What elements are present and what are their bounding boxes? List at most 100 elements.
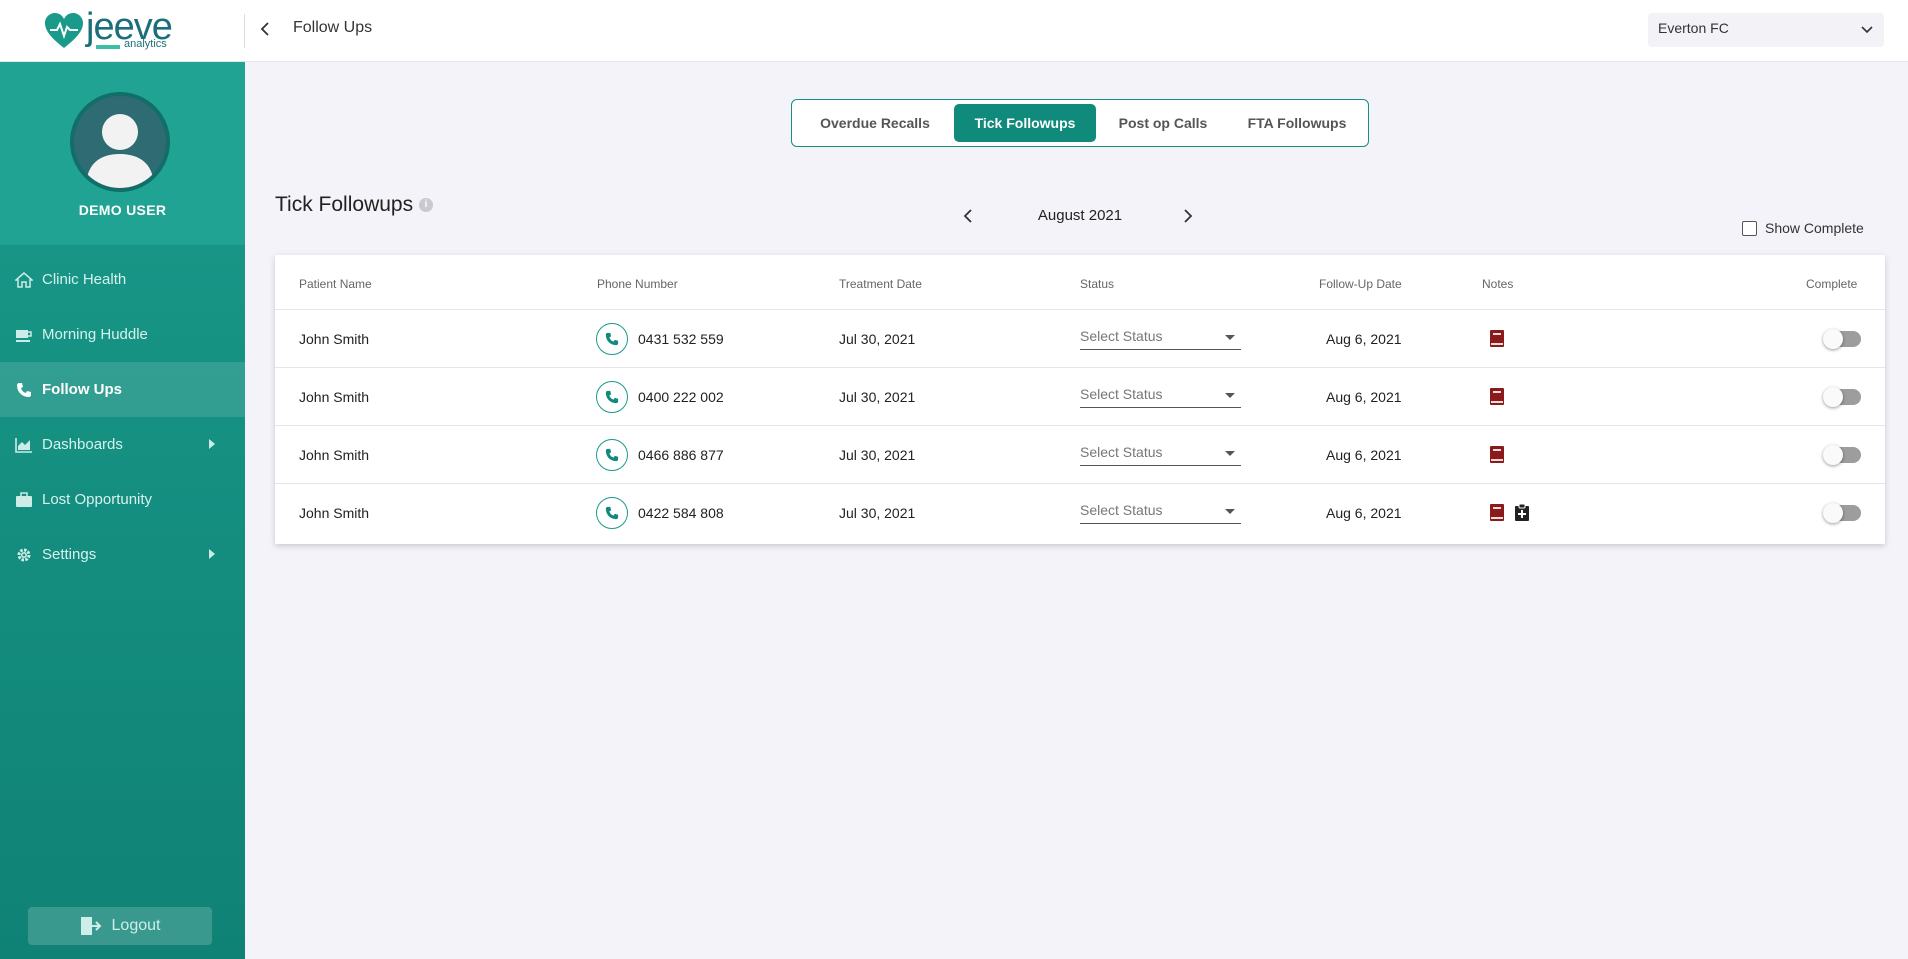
column-header: Notes: [1482, 277, 1514, 291]
tab-overdue-recalls[interactable]: Overdue Recalls: [796, 104, 954, 142]
status-select[interactable]: Select Status: [1080, 496, 1241, 524]
caret-right-icon: [209, 439, 215, 449]
user-avatar-icon: [86, 114, 154, 188]
phone-icon: [605, 448, 619, 462]
chevron-right-icon[interactable]: [1181, 206, 1195, 226]
logout-label: Logout: [111, 917, 161, 934]
coffee-icon: [14, 326, 34, 344]
notes-book-icon[interactable]: [1490, 504, 1504, 521]
patient-name: John Smith: [299, 389, 370, 405]
call-button[interactable]: [596, 439, 628, 471]
sidebar-item-lost-opportunity[interactable]: Lost Opportunity: [0, 472, 245, 527]
phone-number: 0422 584 808: [638, 505, 724, 521]
info-icon[interactable]: i: [419, 198, 433, 212]
column-header: Phone Number: [597, 277, 678, 291]
call-button[interactable]: [596, 381, 628, 413]
sidebar-item-settings[interactable]: Settings: [0, 527, 245, 582]
tab-tick-followups[interactable]: Tick Followups: [954, 104, 1096, 142]
status-select-value: Select Status: [1080, 444, 1163, 460]
column-header: Treatment Date: [839, 277, 922, 291]
user-profile: DEMO USER: [0, 62, 245, 245]
sidebar-item-label: Morning Huddle: [42, 326, 148, 343]
sidebar-item-label: Settings: [42, 546, 97, 563]
chevron-left-icon[interactable]: [961, 206, 975, 226]
call-button[interactable]: [596, 323, 628, 355]
status-select[interactable]: Select Status: [1080, 438, 1241, 466]
logout-button[interactable]: Logout: [28, 907, 212, 945]
phone-number: 0466 886 877: [638, 447, 724, 463]
phone-icon: [14, 381, 34, 399]
sidebar-item-label: Follow Ups: [42, 381, 122, 398]
page-title: Follow Ups: [293, 19, 373, 36]
caret-down-icon: [1225, 451, 1235, 456]
notes-book-icon[interactable]: [1490, 446, 1504, 463]
heart-logo-icon: [45, 13, 83, 48]
logo-accent-bar: [96, 45, 120, 49]
table-row: John Smith 0400 222 002 Jul 30, 2021 Sel…: [275, 368, 1885, 426]
tab-post-op-calls[interactable]: Post op Calls: [1096, 104, 1230, 142]
complete-toggle[interactable]: [1823, 387, 1861, 407]
chevron-down-icon: [1861, 26, 1873, 34]
notes-book-icon[interactable]: [1490, 388, 1504, 405]
followup-tabs: Overdue Recalls Tick Followups Post op C…: [791, 99, 1369, 147]
caret-right-icon: [209, 549, 215, 559]
table-row: John Smith 0431 532 559 Jul 30, 2021 Sel…: [275, 310, 1885, 368]
call-button[interactable]: [596, 497, 628, 529]
sidebar-item-morning-huddle[interactable]: Morning Huddle: [0, 307, 245, 362]
sidebar-item-follow-ups[interactable]: Follow Ups: [0, 362, 245, 417]
status-select[interactable]: Select Status: [1080, 380, 1241, 408]
phone-icon: [605, 506, 619, 520]
followup-date: Aug 6, 2021: [1326, 389, 1402, 405]
treatment-date: Jul 30, 2021: [839, 389, 916, 405]
column-header: Status: [1080, 277, 1115, 291]
treatment-date: Jul 30, 2021: [839, 505, 916, 521]
complete-toggle[interactable]: [1823, 329, 1861, 349]
caret-down-icon: [1225, 509, 1235, 514]
clinic-select[interactable]: Everton FC: [1648, 13, 1884, 47]
table-row: John Smith 0466 886 877 Jul 30, 2021 Sel…: [275, 426, 1885, 484]
status-select-value: Select Status: [1080, 502, 1163, 518]
show-complete-checkbox[interactable]: Show Complete: [1742, 220, 1864, 236]
column-header: Follow-Up Date: [1319, 277, 1402, 291]
followup-date: Aug 6, 2021: [1326, 447, 1402, 463]
tab-fta-followups[interactable]: FTA Followups: [1230, 104, 1364, 142]
patient-name: John Smith: [299, 447, 370, 463]
toggle-knob: [1823, 329, 1843, 349]
back-chevron-icon[interactable]: [258, 19, 272, 39]
status-select-value: Select Status: [1080, 328, 1163, 344]
sidebar-item-label: Dashboards: [42, 436, 123, 453]
jeeve-logo[interactable]: jeeve analytics: [44, 6, 244, 54]
column-header: Patient Name: [299, 277, 372, 291]
caret-down-icon: [1225, 393, 1235, 398]
table-header: Patient Name Phone Number Treatment Date…: [275, 255, 1885, 310]
phone-number: 0431 532 559: [638, 331, 724, 347]
followup-date: Aug 6, 2021: [1326, 331, 1402, 347]
column-header: Complete: [1806, 277, 1858, 291]
avatar: [70, 92, 170, 192]
complete-toggle[interactable]: [1823, 445, 1861, 465]
notes-book-icon[interactable]: [1490, 330, 1504, 347]
complete-toggle[interactable]: [1823, 503, 1861, 523]
sidebar-item-clinic-health[interactable]: Clinic Health: [0, 252, 245, 307]
clinic-select-value: Everton FC: [1658, 20, 1729, 36]
gear-icon: [14, 546, 34, 564]
treatment-date: Jul 30, 2021: [839, 331, 916, 347]
logo-subtitle: analytics: [124, 38, 167, 50]
followup-date: Aug 6, 2021: [1326, 505, 1402, 521]
phone-icon: [605, 390, 619, 404]
toggle-knob: [1823, 445, 1843, 465]
treatment-date: Jul 30, 2021: [839, 447, 916, 463]
checkbox[interactable]: [1742, 220, 1757, 236]
home-icon: [14, 271, 34, 289]
toggle-knob: [1823, 503, 1843, 523]
month-label: August 2021: [1037, 207, 1123, 224]
sidebar-item-dashboards[interactable]: Dashboards: [0, 417, 245, 472]
sidebar-item-label: Clinic Health: [42, 271, 127, 288]
sidebar: DEMO USER Clinic Health Morning Huddle F…: [0, 62, 245, 959]
clipboard-plus-icon[interactable]: [1515, 504, 1529, 521]
status-select[interactable]: Select Status: [1080, 322, 1241, 350]
sidebar-nav: Clinic Health Morning Huddle Follow Ups …: [0, 252, 245, 582]
user-name: DEMO USER: [78, 202, 167, 218]
header-divider: [244, 14, 245, 48]
briefcase-icon: [14, 491, 34, 509]
